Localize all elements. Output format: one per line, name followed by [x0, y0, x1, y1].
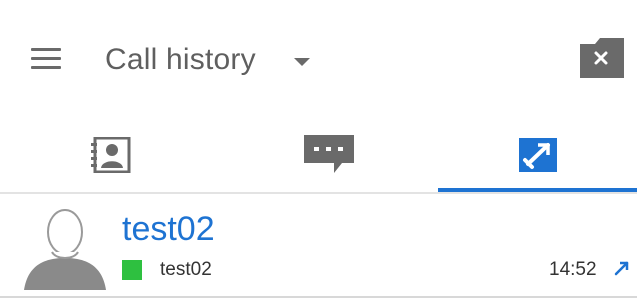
divider: [0, 192, 637, 194]
menu-line: [31, 66, 61, 69]
page-title: Call history: [105, 43, 256, 76]
chevron-down-icon: [293, 58, 310, 66]
app-bar: Call history: [0, 0, 637, 118]
avatar: [24, 209, 106, 290]
menu-line: [31, 57, 61, 60]
hamburger-menu-icon[interactable]: [28, 44, 64, 74]
presence-status-indicator: [122, 260, 142, 280]
tab-bar: [0, 118, 637, 195]
clear-history-icon-graphic: [580, 38, 624, 78]
contact-name: test02: [122, 210, 215, 248]
view-selector-dropdown[interactable]: Call history: [105, 40, 310, 80]
clear-history-icon[interactable]: [578, 38, 624, 78]
chat-icon: [303, 135, 354, 173]
contacts-icon: [90, 137, 130, 173]
contact-number: test02: [160, 259, 212, 280]
outgoing-call-arrow-icon: [614, 261, 629, 276]
tab-contacts[interactable]: [0, 118, 219, 192]
call-history-icon: [518, 138, 557, 172]
menu-line: [31, 48, 61, 51]
list-item[interactable]: test02 test02 14:52: [0, 196, 637, 298]
call-history-list: test02 test02 14:52: [0, 196, 637, 298]
call-time: 14:52: [549, 259, 597, 280]
tab-chat[interactable]: [219, 118, 438, 192]
divider: [0, 296, 637, 298]
tab-call-history[interactable]: [438, 118, 637, 192]
